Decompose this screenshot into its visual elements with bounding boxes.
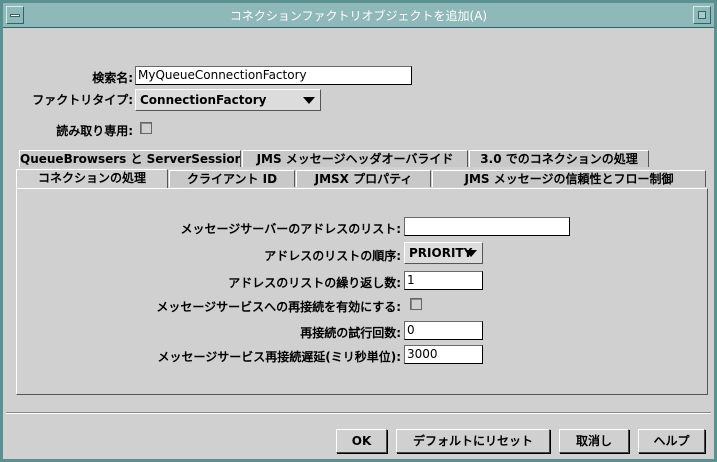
reset-to-default-button[interactable]: デフォルトにリセット xyxy=(396,429,550,453)
address-list-order-select[interactable]: PRIORITY xyxy=(404,242,483,264)
tab-jmsx-properties[interactable]: JMSX プロパティ xyxy=(296,170,431,187)
window-title: コネクションファクトリオブジェクトを追加(A) xyxy=(229,8,488,23)
ok-button[interactable]: OK xyxy=(336,429,387,453)
factory-type-label: ファクトリタイプ: xyxy=(32,93,133,107)
address-list-repeat-input[interactable]: 1 xyxy=(404,271,483,290)
tab-connection-handling[interactable]: コネクションの処理 xyxy=(16,169,168,188)
separator xyxy=(6,412,711,414)
reconnect-attempts-input[interactable]: 0 xyxy=(404,321,483,340)
lookup-name-input[interactable]: MyQueueConnectionFactory xyxy=(135,66,412,85)
chevron-down-icon xyxy=(465,250,477,257)
reconnect-attempts-label: 再接続の試行回数: xyxy=(300,326,401,340)
factory-type-value: ConnectionFactory xyxy=(140,93,267,107)
tab-reliability-flow-control[interactable]: JMS メッセージの信頼性とフロー制御 xyxy=(432,170,706,187)
broker-address-list-input[interactable] xyxy=(404,217,570,236)
reconnect-enabled-label: メッセージサービスへの再接続を有効にする: xyxy=(156,300,401,314)
window-menu-icon xyxy=(10,14,20,17)
readonly-checkbox[interactable] xyxy=(140,122,152,134)
window-menu-button[interactable] xyxy=(6,6,24,24)
reconnect-enabled-checkbox[interactable] xyxy=(410,298,422,310)
readonly-label: 読み取り専用: xyxy=(56,124,133,138)
address-list-order-value: PRIORITY xyxy=(409,246,473,260)
help-button[interactable]: ヘルプ xyxy=(638,429,705,453)
tab-3-0-connection-handling[interactable]: 3.0 でのコネクションの処理 xyxy=(469,150,649,167)
factory-type-select[interactable]: ConnectionFactory xyxy=(135,89,321,111)
tab-queuebrowsers[interactable]: QueueBrowsers と ServerSessions xyxy=(19,150,241,167)
address-list-order-label: アドレスのリストの順序: xyxy=(264,249,401,263)
title-bar[interactable]: コネクションファクトリオブジェクトを追加(A) xyxy=(3,3,714,28)
dialog-window: コネクションファクトリオブジェクトを追加(A) 検索名: MyQueueConn… xyxy=(0,0,717,462)
maximize-icon xyxy=(698,11,706,19)
window-close-button[interactable] xyxy=(693,6,711,24)
cancel-button[interactable]: 取消し xyxy=(559,429,629,453)
reconnect-delay-label: メッセージサービス再接続遅延(ミリ秒単位): xyxy=(157,350,401,364)
reconnect-delay-input[interactable]: 3000 xyxy=(404,345,483,364)
chevron-down-icon xyxy=(303,97,315,104)
tab-client-id[interactable]: クライアント ID xyxy=(169,170,295,187)
broker-address-list-label: メッセージサーバーのアドレスのリスト: xyxy=(180,222,401,236)
address-list-repeat-label: アドレスのリストの繰り返し数: xyxy=(228,276,401,290)
lookup-name-label: 検索名: xyxy=(92,71,133,85)
tab-message-header-override[interactable]: JMS メッセージヘッダオーバライド xyxy=(242,150,468,167)
